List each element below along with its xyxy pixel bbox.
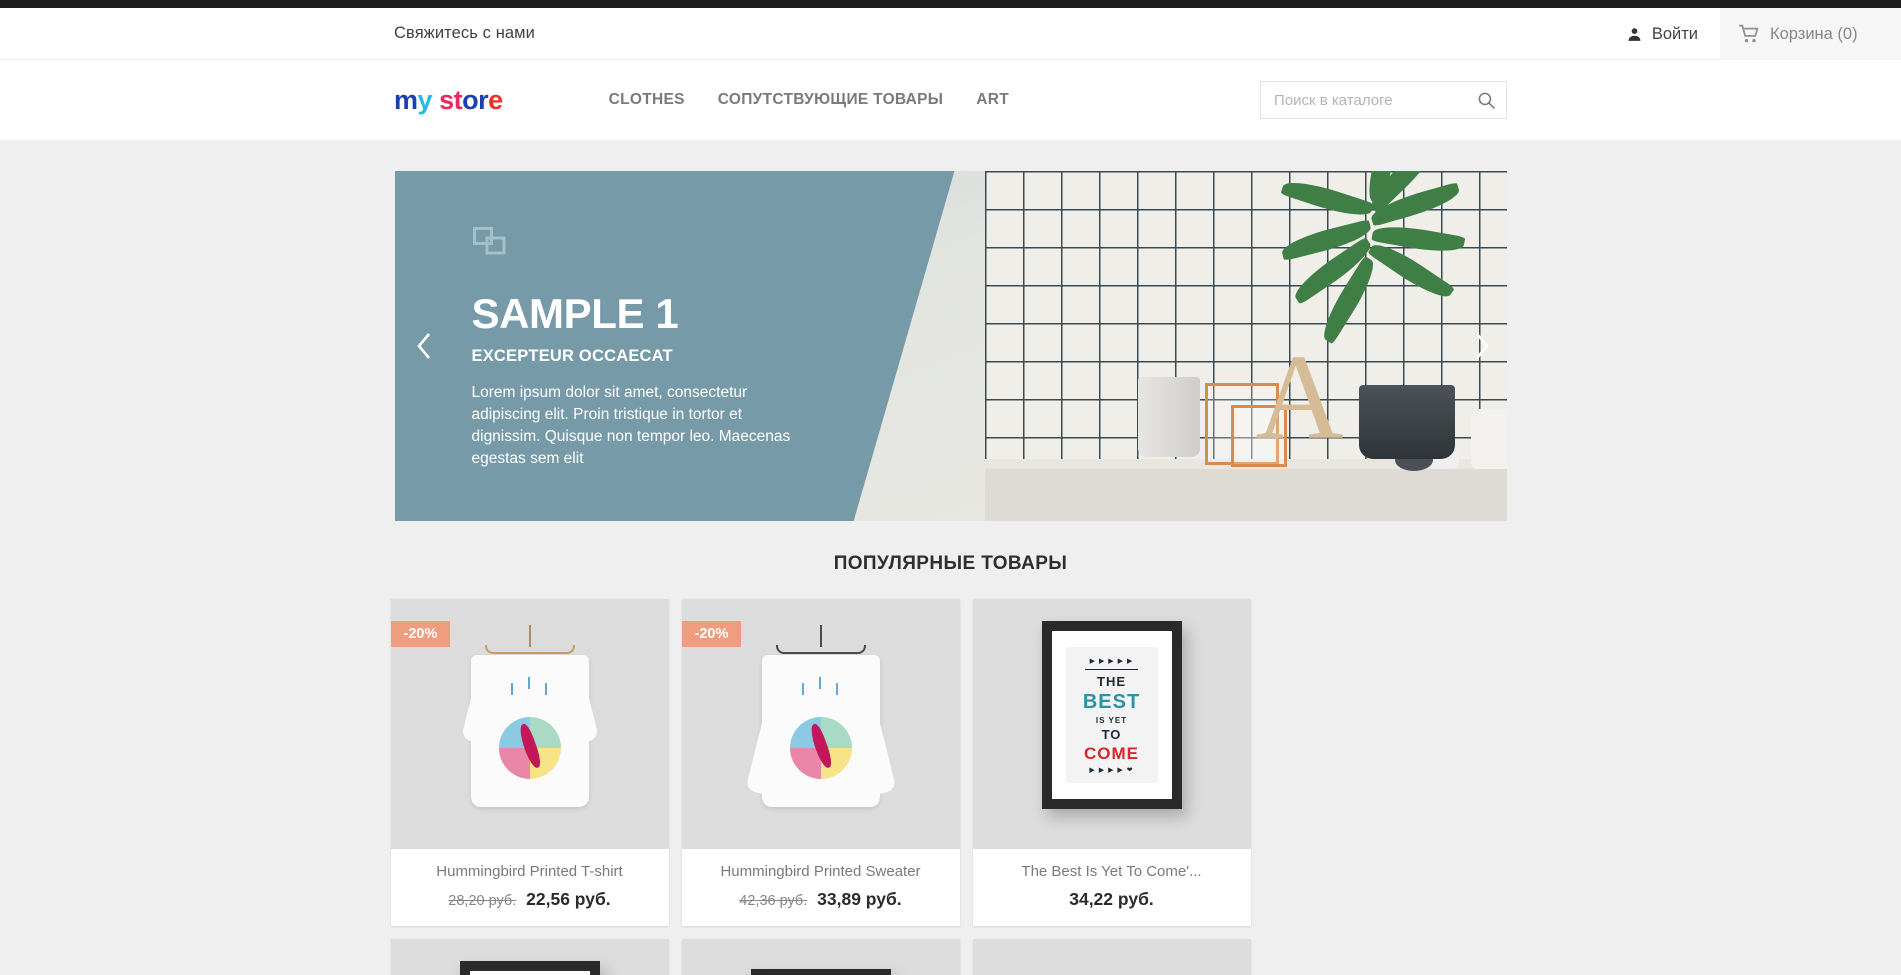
site-logo[interactable]: my store <box>394 84 503 115</box>
discount-badge: -20% <box>390 621 451 647</box>
popular-products-grid: -20% Hummingbird Printed T-shirt 28,20 р… <box>390 599 1511 975</box>
product-price-line: 42,36 руб. 33,89 руб. <box>692 889 950 910</box>
bucket-decor <box>1137 377 1200 457</box>
logo-part-4: or <box>462 84 489 115</box>
product-price: 34,22 руб. <box>1069 889 1154 909</box>
logo-part-5: e <box>488 84 503 115</box>
product-name[interactable]: Hummingbird Printed T-shirt <box>401 863 659 880</box>
carousel-prev-button[interactable] <box>409 325 439 367</box>
product-card[interactable]: -20% Hummingbird Printed T-shirt 28,20 р… <box>390 599 669 926</box>
popular-products-title: ПОПУЛЯРНЫЕ ТОВАРЫ <box>833 553 1068 574</box>
main-menu: CLOTHES СОПУТСТВУЮЩИЕ ТОВАРЫ ART <box>609 91 1009 109</box>
cart-button[interactable]: Корзина (0) <box>1720 8 1901 60</box>
product-info: The Best Is Yet To Come'... 34,22 руб. <box>973 849 1251 926</box>
poster-line-1: THE <box>1097 673 1126 689</box>
product-thumbnail[interactable]: -20% <box>390 599 669 849</box>
poster-line-3: IS YET <box>1095 715 1128 725</box>
search-box[interactable] <box>1260 81 1507 119</box>
poster-line-4: TO <box>1101 726 1122 742</box>
poster-line-5: COME <box>1084 743 1139 763</box>
brand-bar: my store CLOTHES СОПУТСТВУЮЩИЕ ТОВАРЫ AR… <box>0 60 1901 140</box>
contact-us-link[interactable]: Свяжитесь с нами <box>394 24 535 43</box>
sign-in-label: Войти <box>1651 24 1698 43</box>
product-name[interactable]: Hummingbird Printed Sweater <box>692 863 950 880</box>
tshirt-illustration <box>455 625 605 825</box>
product-old-price: 28,20 руб. <box>448 893 517 909</box>
search-icon[interactable] <box>1477 91 1496 110</box>
product-thumbnail[interactable]: The Adventure BEGINS ▲ <box>390 939 669 975</box>
product-card[interactable]: The Adventure BEGINS ▲ The Adventure Beg… <box>390 939 669 975</box>
product-card[interactable]: -20% Hummingbird Printed Sweater 42,36 р… <box>681 599 960 926</box>
slide-description: Lorem ipsum dolor sit amet, consectetur … <box>471 384 791 468</box>
logo-part-2: y <box>417 84 433 115</box>
product-price: 33,89 руб. <box>817 889 902 909</box>
product-thumbnail[interactable] <box>681 939 960 975</box>
vase-decor <box>1470 409 1507 469</box>
product-thumbnail[interactable]: -20% <box>681 599 960 849</box>
slide-subtitle: EXCEPTEUR OCCAECAT <box>471 347 673 366</box>
logo-part-1: m <box>394 84 418 115</box>
overlapping-squares-icon <box>472 227 505 255</box>
slide-title: SAMPLE 1 <box>471 290 679 337</box>
search-input[interactable] <box>1274 91 1477 109</box>
top-nav-bar: Свяжитесь с нами Войти Корзина (0) <box>0 8 1901 60</box>
product-thumbnail[interactable]: ▶ ▶ ▶ ▶ ▶ THE BEST IS YET TO COME ▶ ▶ ▶ … <box>972 599 1251 849</box>
product-price-line: 34,22 руб. <box>983 889 1241 910</box>
poster-line-2: BEST <box>1082 690 1141 713</box>
user-icon <box>1628 27 1641 41</box>
logo-part-3: st <box>439 84 463 115</box>
framed-poster-illustration: The Adventure BEGINS ▲ <box>459 961 600 975</box>
cart-label: Корзина (0) <box>1770 24 1858 43</box>
product-card[interactable]: ▶ ▶ ▶ ▶ ▶ THE BEST IS YET TO COME ▶ ▶ ▶ … <box>972 599 1251 926</box>
product-card[interactable] <box>681 939 960 975</box>
menu-item-clothes[interactable]: CLOTHES <box>609 91 685 109</box>
sweater-illustration <box>744 625 897 825</box>
slide-content: SAMPLE 1 EXCEPTEUR OCCAECAT Lorem ipsum … <box>471 290 812 470</box>
product-old-price: 42,36 руб. <box>739 893 808 909</box>
framed-poster-illustration: ▶ ▶ ▶ ▶ ▶ THE BEST IS YET TO COME ▶ ▶ ▶ … <box>1041 621 1182 809</box>
menu-item-art[interactable]: ART <box>976 91 1009 109</box>
page-body: A SAMPLE 1 EXCEPTEUR OCCAECAT Lorem ipsu… <box>0 171 1901 975</box>
product-thumbnail[interactable] <box>972 939 1251 975</box>
plant-pot-decor <box>1358 385 1455 459</box>
site-header: Свяжитесь с нами Войти Корзина (0) my st… <box>0 8 1901 140</box>
product-info: Hummingbird Printed T-shirt 28,20 руб. 2… <box>391 849 669 926</box>
product-name[interactable]: The Best Is Yet To Come'... <box>983 863 1241 880</box>
chevron-left-icon <box>416 333 430 359</box>
top-nav-right: Войти Корзина (0) <box>1604 8 1901 60</box>
chevron-right-icon <box>1475 333 1489 359</box>
framed-poster-illustration <box>750 969 891 975</box>
hero-carousel: A SAMPLE 1 EXCEPTEUR OCCAECAT Lorem ipsu… <box>394 171 1507 521</box>
product-price-line: 28,20 руб. 22,56 руб. <box>401 889 659 910</box>
product-price: 22,56 руб. <box>526 889 611 909</box>
product-card[interactable] <box>972 939 1251 975</box>
plant-decor <box>1278 171 1483 411</box>
menu-item-accessories[interactable]: СОПУТСТВУЮЩИЕ ТОВАРЫ <box>718 91 943 109</box>
discount-badge: -20% <box>681 621 742 647</box>
browser-chrome-strip <box>0 0 1901 8</box>
carousel-next-button[interactable] <box>1467 325 1497 367</box>
shopping-cart-icon <box>1739 24 1759 43</box>
sign-in-button[interactable]: Войти <box>1604 8 1720 60</box>
product-info: Hummingbird Printed Sweater 42,36 руб. 3… <box>682 849 960 926</box>
